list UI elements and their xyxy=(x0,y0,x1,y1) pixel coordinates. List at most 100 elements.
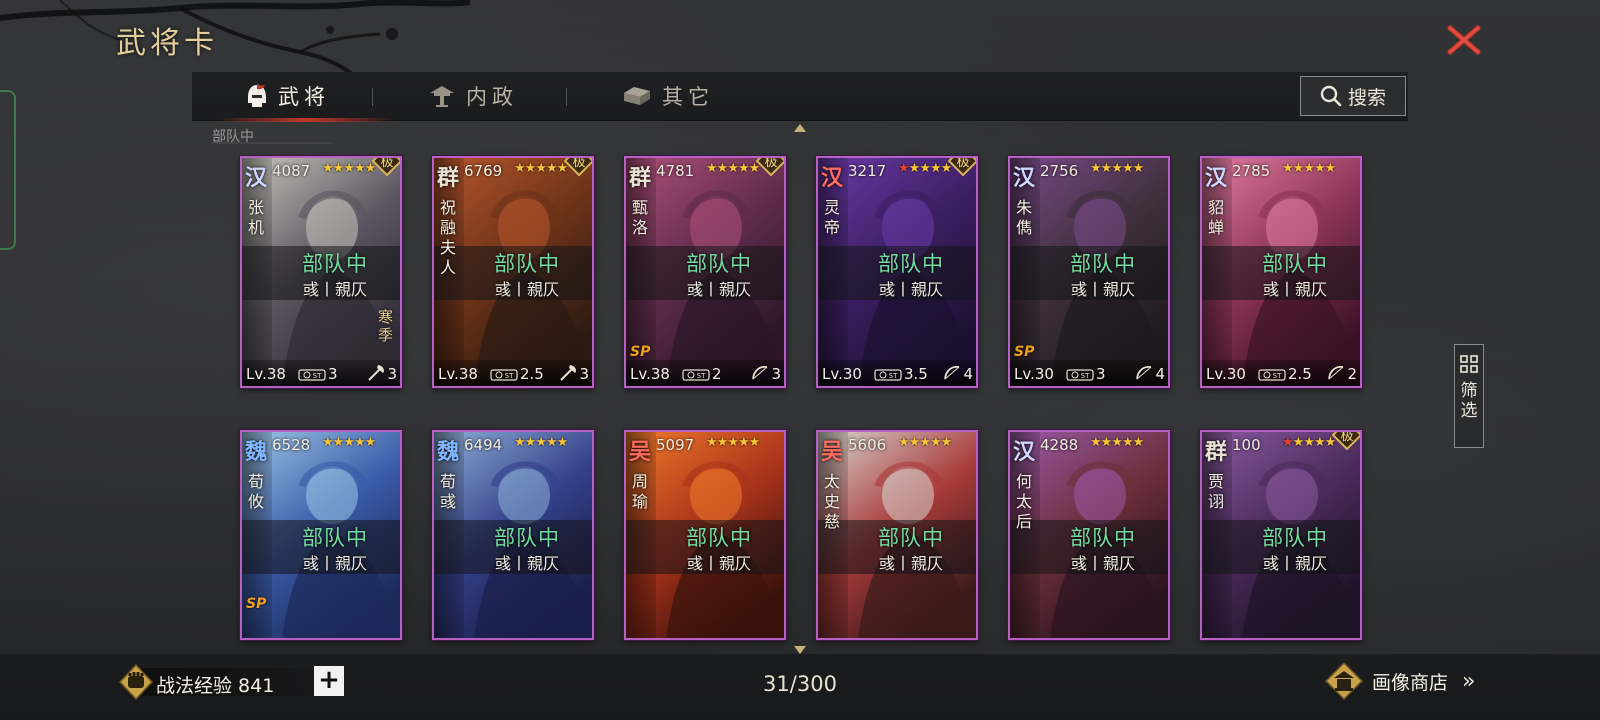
svg-text:ST: ST xyxy=(889,372,898,380)
svg-text:极: 极 xyxy=(956,156,969,170)
star-icon: ★ xyxy=(919,435,931,450)
add-exp-button[interactable]: + xyxy=(314,666,344,696)
cost-icon: ST xyxy=(1258,369,1286,381)
star-icon: ★ xyxy=(1111,161,1123,176)
general-card[interactable]: 汉 4087 ★★★★★ 张机 部队中 彧丨親仄 极寒季 Lv.38 ST 3 3 xyxy=(240,156,402,388)
portrait-shop-button[interactable]: 画像商店 » xyxy=(1324,662,1475,700)
general-card[interactable]: 汉 2785 ★★★★★ 貂蝉 部队中 彧丨親仄 Lv.30 ST 2.5 2 xyxy=(1200,156,1362,388)
star-icon: ★ xyxy=(343,435,355,450)
status-in-troop: 部队中 xyxy=(1070,252,1136,276)
cost-number: 3 xyxy=(328,365,338,383)
status-in-troop: 部队中 xyxy=(686,526,752,550)
chest-icon xyxy=(624,87,650,105)
general-card[interactable]: 魏 6494 ★★★★★ 荀彧 部队中 彧丨親仄 xyxy=(432,430,594,640)
cost-icon: ST xyxy=(298,369,326,381)
general-card[interactable]: 汉 3217 ★★★★★ 灵帝 部队中 彧丨親仄 极 Lv.30 ST 3.5 4 xyxy=(816,156,978,388)
filter-button[interactable]: 筛选 xyxy=(1454,344,1484,448)
tab-generals[interactable]: 武将 xyxy=(216,72,396,122)
scroll-down-arrow-icon[interactable] xyxy=(794,646,806,654)
status-in-troop: 部队中 xyxy=(686,252,752,276)
star-icon: ★ xyxy=(716,435,729,450)
general-card[interactable]: 汉 4288 ★★★★★ 何太后 部队中 彧丨親仄 xyxy=(1008,430,1170,640)
star-icon: ★ xyxy=(908,161,921,176)
search-label: 搜索 xyxy=(1347,86,1386,109)
status-in-troop: 部队中 xyxy=(1070,526,1136,550)
status-in-troop: 部队中 xyxy=(878,252,944,276)
cost-value: 6769 xyxy=(464,162,503,180)
scroll-up-arrow-icon[interactable] xyxy=(794,124,806,132)
star-icon: ★ xyxy=(1100,435,1113,450)
search-button[interactable]: 搜索 xyxy=(1300,76,1406,116)
hero-card-screen: 武将卡 武将 内政 其它 搜索 部队中 汉 4087 ★★★★★ 张机 部队中 … xyxy=(0,0,1600,720)
cost-value: 6494 xyxy=(464,436,503,454)
cost-value: 6528 xyxy=(272,436,311,454)
tab-domestic[interactable]: 内政 xyxy=(428,72,518,120)
status-subtext: 彧丨親仄 xyxy=(494,554,559,573)
star-icon: ★ xyxy=(332,161,345,176)
star-icon: ★ xyxy=(716,161,729,176)
axe-icon xyxy=(560,365,576,381)
cost-value: 3217 xyxy=(848,162,887,180)
star-icon: ★ xyxy=(514,161,526,176)
cost-icon: ST xyxy=(1066,369,1094,381)
general-card[interactable]: 吴 5606 ★★★★★ 太史慈 部队中 彧丨親仄 xyxy=(816,430,978,640)
sp-badge-icon: SP xyxy=(246,596,267,612)
star-rating: ★★★★★ xyxy=(514,161,568,176)
star-icon: ★ xyxy=(353,161,366,176)
tab-other[interactable]: 其它 xyxy=(622,72,714,120)
star-icon: ★ xyxy=(1121,161,1134,176)
attack-range: 3 xyxy=(771,365,781,383)
cost-value: 5606 xyxy=(848,436,887,454)
faction-label: 吴 xyxy=(821,439,844,465)
general-card[interactable]: 魏 6528 ★★★★★ 荀攸 部队中 彧丨親仄 SP xyxy=(240,430,402,640)
close-icon[interactable] xyxy=(1444,20,1484,60)
star-icon: ★ xyxy=(1121,435,1134,450)
status-subtext: 彧丨親仄 xyxy=(686,554,751,573)
attack-range: 4 xyxy=(1155,365,1165,383)
status-subtext: 彧丨親仄 xyxy=(1070,280,1135,299)
cost-number: 2.5 xyxy=(520,365,544,383)
level-label: Lv.38 xyxy=(630,365,670,383)
bow-icon xyxy=(1136,365,1152,380)
faction-label: 汉 xyxy=(1013,439,1036,465)
faction-label: 群 xyxy=(437,165,460,191)
double-chevron-right-icon: » xyxy=(1462,668,1476,694)
star-rating: ★★★★★ xyxy=(1090,161,1144,176)
search-icon xyxy=(1320,85,1342,107)
star-icon: ★ xyxy=(919,161,931,176)
general-card[interactable]: 群 6769 ★★★★★ 祝融夫人 部队中 彧丨親仄 极 Lv.38 ST 2.5 3 xyxy=(432,156,594,388)
general-card[interactable]: 群 4781 ★★★★★ 甄洛 部队中 彧丨親仄 极 SP Lv.38 ST 2 3 xyxy=(624,156,786,388)
star-icon: ★ xyxy=(1100,161,1113,176)
star-icon: ★ xyxy=(929,435,942,450)
faction-label: 汉 xyxy=(245,165,268,191)
season-tag: 寒季 xyxy=(378,308,394,344)
star-icon: ★ xyxy=(940,435,953,450)
star-icon: ★ xyxy=(1324,161,1337,176)
status-subtext: 彧丨親仄 xyxy=(1262,554,1327,573)
star-rating: ★★★★★ xyxy=(898,161,952,176)
ji-rank-badge-icon: 极 xyxy=(948,156,976,176)
general-card[interactable]: 群 100 ★★★★★ 贾诩 部队中 彧丨親仄 极 xyxy=(1200,430,1362,640)
star-icon: ★ xyxy=(545,435,558,450)
level-label: Lv.30 xyxy=(822,365,862,383)
helmet-icon xyxy=(248,83,266,107)
bow-icon xyxy=(944,365,960,380)
star-rating: ★★★★★ xyxy=(1090,435,1144,450)
general-card[interactable]: 汉 2756 ★★★★★ 朱儁 部队中 彧丨親仄 SP Lv.30 ST 3 4 xyxy=(1008,156,1170,388)
general-card[interactable]: 吴 5097 ★★★★★ 周瑜 部队中 彧丨親仄 xyxy=(624,430,786,640)
star-icon: ★ xyxy=(545,161,558,176)
ji-rank-badge-icon: 极 xyxy=(756,158,784,176)
status-in-troop: 部队中 xyxy=(1262,252,1328,276)
general-name: 甄洛 xyxy=(632,198,649,237)
star-icon: ★ xyxy=(343,161,355,176)
faction-label: 汉 xyxy=(1205,165,1228,191)
sp-badge-icon: SP xyxy=(1014,344,1035,360)
star-icon: ★ xyxy=(748,435,761,450)
bow-icon xyxy=(752,365,768,380)
star-icon: ★ xyxy=(1313,435,1326,450)
attack-range: 3 xyxy=(387,365,397,383)
tab-separator xyxy=(372,88,373,106)
faction-label: 魏 xyxy=(437,439,460,465)
sp-badge-icon: SP xyxy=(630,344,651,360)
left-side-panel-edge[interactable] xyxy=(0,90,16,250)
